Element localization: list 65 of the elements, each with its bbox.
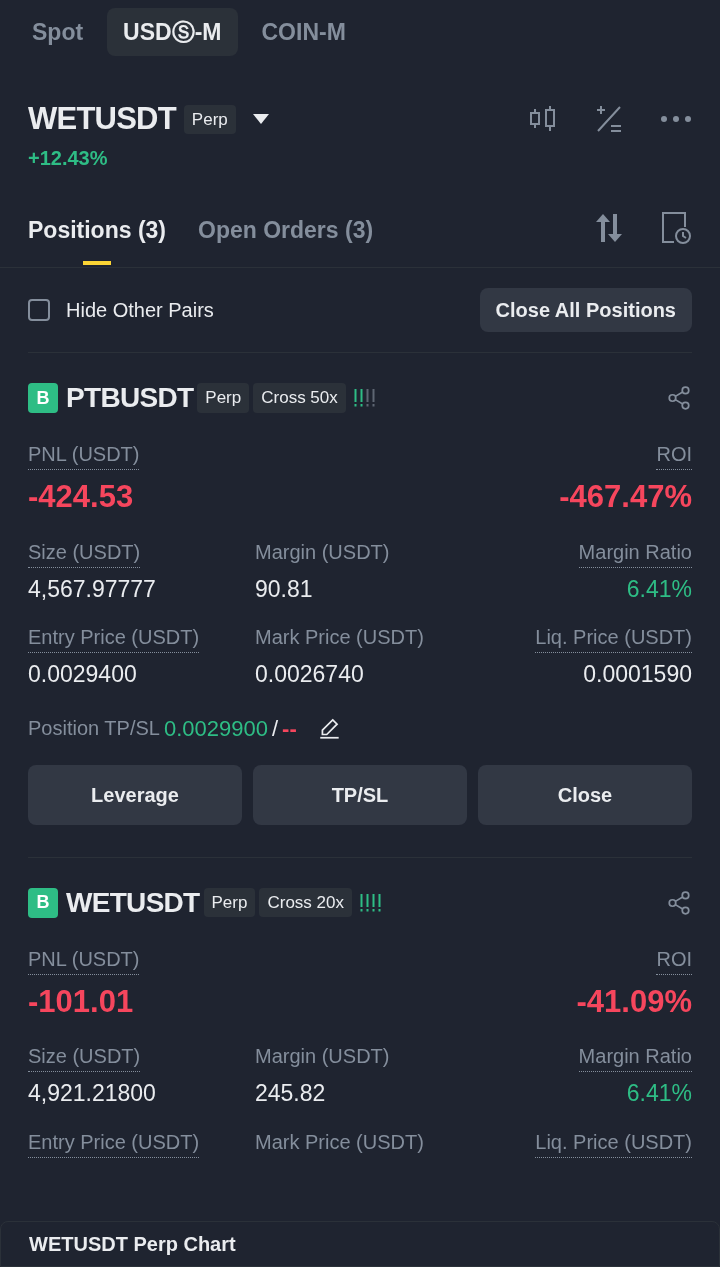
pnl-value: -424.53	[28, 478, 134, 516]
position-symbol: PTBUSDT	[66, 381, 194, 415]
position-tag: Cross 20x	[259, 887, 352, 918]
field-value: 90.81	[255, 574, 313, 604]
chart-bar[interactable]: WETUSDT Perp Chart	[0, 1221, 720, 1267]
buy-side-badge: B	[28, 887, 58, 918]
close-all-positions-button[interactable]: Close All Positions	[479, 288, 692, 332]
position-action-button[interactable]: Close	[478, 764, 692, 825]
stop-loss-value: --	[282, 714, 297, 743]
field-value: 0.0026740	[255, 660, 364, 689]
roi-label: ROI	[656, 439, 692, 470]
positions-tab[interactable]: Open Orders (3)	[198, 204, 374, 267]
field-label: Liq. Price (USDT)	[535, 622, 692, 653]
field-value: 0.0001590	[583, 660, 692, 689]
more-icon[interactable]	[660, 115, 692, 123]
hide-pairs-checkbox[interactable]	[28, 299, 50, 321]
field-value: 245.82	[255, 1079, 326, 1108]
field-label: Entry Price (USDT)	[28, 622, 200, 653]
pnl-value: -101.01	[28, 982, 134, 1021]
field-label: Size (USDT)	[28, 1041, 141, 1072]
pnl-label: PNL (USDT)	[28, 439, 140, 470]
field-value: 0.0029400	[28, 660, 137, 689]
contract-tag: Perp	[183, 104, 236, 134]
roi-label: ROI	[656, 943, 692, 975]
order-history-icon[interactable]	[660, 210, 692, 245]
tp-sl-label: Position TP/SL	[28, 716, 160, 741]
field-value: 6.41%	[626, 1079, 692, 1108]
field-label: Size (USDT)	[28, 536, 141, 568]
field-value: 4,567.97777	[28, 574, 156, 604]
buy-side-badge: B	[28, 383, 58, 413]
dropdown-caret-icon[interactable]	[251, 113, 270, 126]
price-change: +12.43%	[28, 145, 109, 171]
market-tab[interactable]: USDⓈ-M	[107, 8, 238, 56]
position-tag: Perp	[197, 383, 250, 413]
position-tag: Cross 50x	[253, 383, 346, 413]
position-action-button[interactable]: Leverage	[28, 764, 242, 825]
take-profit-value: 0.0029900	[163, 714, 268, 743]
position-symbol: WETUSDT	[66, 885, 200, 920]
share-icon[interactable]	[666, 889, 692, 916]
positions-tab[interactable]: Positions (3)	[28, 204, 166, 267]
position-tag: Perp	[203, 887, 256, 918]
field-label: Mark Price (USDT)	[255, 625, 424, 650]
field-label: Margin Ratio	[578, 1041, 692, 1072]
field-label: Margin (USDT)	[255, 1044, 390, 1069]
share-icon[interactable]	[666, 385, 692, 411]
tp-sl-separator: /	[271, 714, 279, 743]
field-label: Margin Ratio	[578, 536, 692, 568]
symbol-name[interactable]: WETUSDT	[28, 96, 176, 143]
field-label: Margin (USDT)	[255, 539, 390, 565]
hide-pairs-label[interactable]: Hide Other Pairs	[66, 295, 214, 325]
market-tab[interactable]: Spot	[16, 8, 100, 56]
sort-icon[interactable]	[594, 211, 624, 244]
roi-value: -41.09%	[576, 982, 692, 1021]
calculator-icon[interactable]	[594, 104, 624, 134]
chart-bar-title[interactable]: WETUSDT Perp Chart	[29, 1229, 236, 1259]
field-label: Entry Price (USDT)	[28, 1126, 200, 1158]
market-tab[interactable]: COIN-M	[245, 8, 362, 56]
field-value: 6.41%	[626, 574, 692, 604]
pnl-label: PNL (USDT)	[28, 943, 140, 975]
roi-value: -467.47%	[559, 478, 692, 516]
field-label: Mark Price (USDT)	[255, 1129, 424, 1155]
position-action-button[interactable]: TP/SL	[253, 764, 467, 825]
field-value: 4,921.21800	[28, 1079, 156, 1108]
field-label: Liq. Price (USDT)	[535, 1126, 692, 1158]
candlestick-icon[interactable]	[528, 104, 558, 134]
